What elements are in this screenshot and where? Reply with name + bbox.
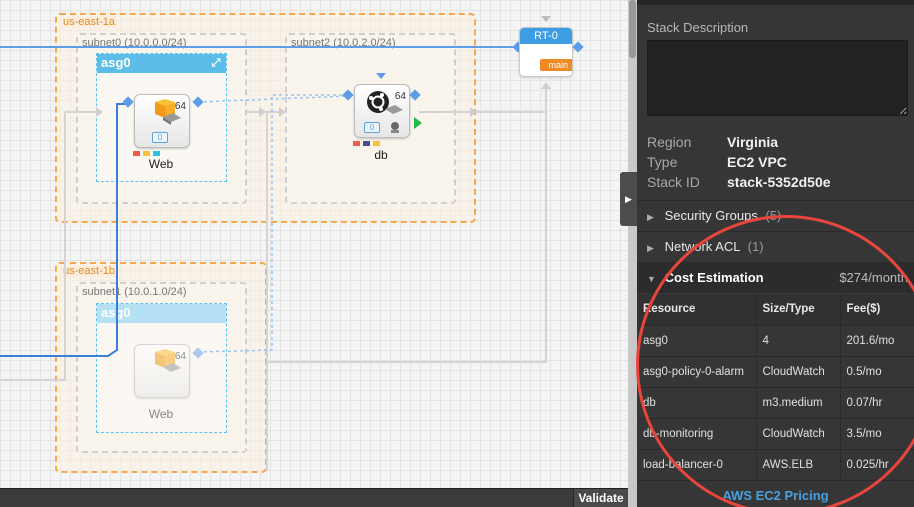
volume-icon[interactable]: 0 [152, 132, 168, 143]
aws-ec2-pricing-link[interactable]: AWS EC2 Pricing [637, 488, 914, 503]
prop-type: Type EC2 VPC [647, 154, 787, 170]
table-row: load-balancer-0 AWS.ELB 0.025/hr [637, 449, 914, 481]
stack-description-label: Stack Description [647, 20, 749, 35]
table-row: asg0-policy-0-alarm CloudWatch 0.5/mo [637, 356, 914, 388]
column-header: Size/Type [755, 294, 840, 326]
section-title: Cost Estimation [664, 270, 764, 285]
instance-count: 64 [394, 91, 406, 102]
cell-fee: 201.6/mo [839, 325, 914, 357]
sg-dot [373, 141, 380, 146]
section-count: (1) [747, 239, 764, 254]
web-instance[interactable]: 64 0 [134, 94, 190, 148]
table-row: db-monitoring CloudWatch 3.5/mo [637, 418, 914, 450]
wire-grey [419, 84, 547, 113]
rt-top-port[interactable] [541, 16, 551, 22]
section-security-groups[interactable]: ▶ Security Groups (5) [637, 200, 914, 231]
wire-arrow [470, 107, 477, 117]
sg-dot [363, 141, 370, 146]
cell-resource: load-balancer-0 [637, 449, 756, 481]
scrollbar-thumb[interactable] [629, 0, 636, 58]
route-table-label: RT-0 [520, 28, 572, 44]
sg-dot [153, 151, 160, 156]
caret-down-icon: ▼ [647, 274, 656, 284]
wire-arrow [279, 107, 286, 117]
property-panel: Stack Description Region Virginia Type E… [637, 0, 914, 507]
prop-key: Stack ID [647, 174, 700, 190]
wire-arrow [541, 82, 551, 89]
security-group-colors [353, 141, 380, 146]
bottom-toolbar: Validate [0, 488, 628, 507]
instance-count: 64 [174, 351, 186, 362]
table-header-row: Resource Size/Type Fee($) [637, 294, 914, 326]
cost-table: Resource Size/Type Fee($) asg0 4 201.6/m… [637, 294, 914, 481]
instance-count: 64 [174, 101, 186, 112]
instance-label: Web [148, 407, 174, 421]
section-network-acl[interactable]: ▶ Network ACL (1) [637, 231, 914, 262]
wire-arrow [96, 107, 103, 117]
cell-resource: db [637, 387, 756, 419]
prop-key: Region [647, 134, 692, 150]
sg-dot [143, 151, 150, 156]
table-row: asg0 4 201.6/mo [637, 325, 914, 357]
cell-fee: 0.5/mo [839, 356, 914, 388]
wire-arrow [259, 107, 266, 117]
caret-right-icon: ▶ [647, 212, 654, 222]
route-table[interactable]: RT-0 main [519, 27, 573, 77]
main-badge: main [540, 59, 572, 71]
cell-resource: asg0 [637, 325, 756, 357]
prop-key: Type [647, 154, 678, 170]
eip-icon[interactable] [388, 120, 402, 134]
section-count: (5) [765, 208, 782, 223]
wire-dashed-ghost [197, 94, 348, 353]
wire-dashed-web-db [197, 95, 349, 103]
cell-size-type: 4 [755, 325, 840, 357]
section-cost-estimation[interactable]: ▼ Cost Estimation $274/month [637, 262, 914, 293]
column-header: Resource [637, 294, 756, 326]
db-instance[interactable]: 64 0 [354, 84, 410, 138]
stack-description-input[interactable] [647, 40, 908, 116]
cell-size-type: CloudWatch [755, 356, 840, 388]
cell-resource: db-monitoring [637, 418, 756, 450]
prop-value: stack-5352d50e [727, 174, 831, 190]
cell-size-type: m3.medium [755, 387, 840, 419]
db-top-port[interactable] [376, 73, 386, 79]
sg-dot [353, 141, 360, 146]
table-row: db m3.medium 0.07/hr [637, 387, 914, 419]
cell-size-type: AWS.ELB [755, 449, 840, 481]
caret-right-icon: ▶ [647, 243, 654, 253]
volume-icon[interactable]: 0 [364, 122, 380, 133]
sg-dot [133, 151, 140, 156]
section-title: Network ACL [664, 239, 741, 254]
web-instance-ghost[interactable]: 64 [134, 344, 190, 398]
db-play-icon[interactable] [414, 117, 422, 129]
instance-label: Web [148, 157, 174, 171]
cell-fee: 0.07/hr [839, 387, 914, 419]
prop-value: EC2 VPC [727, 154, 787, 170]
column-header: Fee($) [839, 294, 914, 326]
panel-toggle-button[interactable]: ▶ [620, 172, 637, 226]
cost-total: $274/month [839, 270, 908, 285]
cell-fee: 0.025/hr [839, 449, 914, 481]
panel-splitter[interactable] [628, 0, 637, 507]
instance-label: db [374, 148, 388, 162]
validate-button[interactable]: Validate [573, 489, 628, 507]
prop-value: Virginia [727, 134, 779, 150]
cell-fee: 3.5/mo [839, 418, 914, 450]
design-canvas[interactable]: us-east-1a us-east-1b subnet0 (10.0.0.0/… [0, 0, 628, 488]
cell-size-type: CloudWatch [755, 418, 840, 450]
wire-grey [0, 112, 66, 381]
security-group-colors [133, 151, 160, 156]
panel-top-strip [637, 0, 914, 5]
cell-resource: asg0-policy-0-alarm [637, 356, 756, 388]
section-title: Security Groups [664, 208, 758, 223]
chevron-right-icon: ▶ [625, 194, 632, 204]
wire-blue-web [0, 103, 127, 357]
prop-stack-id: Stack ID stack-5352d50e [647, 174, 831, 190]
prop-region: Region Virginia [647, 134, 778, 150]
